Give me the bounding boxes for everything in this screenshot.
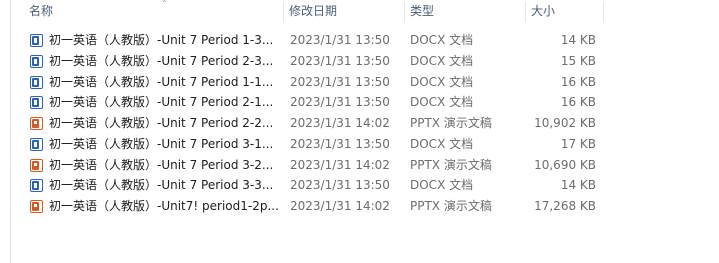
file-type: PPTX 演示文稿 (410, 199, 492, 213)
file-size: 14 KB (560, 178, 596, 193)
column-divider[interactable] (603, 2, 604, 22)
file-size: 14 KB (560, 33, 596, 47)
file-name[interactable]: 初一英语（人教版）-Unit 7 Period 3-3... (49, 175, 281, 196)
file-name[interactable]: 初一英语（人教版）-Unit 7 Period 1-1... (49, 72, 281, 93)
word-doc-icon (30, 34, 43, 47)
column-header-size[interactable]: 大小 (525, 0, 603, 24)
file-row[interactable]: 初一英语（人教版）-Unit 7 Period 2-1... 2023/1/31… (11, 92, 719, 113)
file-row[interactable]: 初一英语（人教版）-Unit 7 Period 3-2... 2023/1/31… (11, 155, 719, 176)
file-type: PPTX 演示文稿 (410, 157, 492, 172)
file-date-modified: 2023/1/31 14:02 (290, 157, 390, 172)
file-list: 初一英语（人教版）-Unit 7 Period 1-3... 2023/1/31… (11, 30, 719, 217)
file-type: DOCX 文档 (410, 53, 474, 68)
file-date-modified: 2023/1/31 14:02 (290, 199, 390, 213)
file-type: DOCX 文档 (410, 136, 474, 151)
column-header-name[interactable]: 名称 (23, 0, 293, 24)
file-row[interactable]: 初一英语（人教版）-Unit7! period1-2p... 2023/1/31… (11, 196, 719, 217)
file-name[interactable]: 初一英语（人教版）-Unit 7 Period 2-2... (49, 113, 281, 134)
file-row[interactable]: 初一英语（人教版）-Unit 7 Period 2-2... 2023/1/31… (11, 113, 719, 134)
file-date-modified: 2023/1/31 13:50 (290, 95, 390, 110)
powerpoint-icon (30, 117, 43, 130)
file-size: 15 KB (560, 53, 596, 68)
file-row[interactable]: 初一英语（人教版）-Unit 7 Period 3-1... 2023/1/31… (11, 134, 719, 155)
file-name[interactable]: 初一英语（人教版）-Unit 7 Period 3-1... (49, 134, 281, 155)
file-row[interactable]: 初一英语（人教版）-Unit 7 Period 3-3... 2023/1/31… (11, 175, 719, 196)
file-type: DOCX 文档 (410, 178, 474, 193)
file-date-modified: 2023/1/31 14:02 (290, 116, 390, 130)
file-date-modified: 2023/1/31 13:50 (290, 136, 390, 151)
word-doc-icon (30, 54, 43, 68)
file-type: DOCX 文档 (410, 74, 474, 89)
file-date-modified: 2023/1/31 13:50 (290, 178, 390, 193)
word-doc-icon (30, 137, 43, 151)
word-doc-icon (30, 179, 43, 193)
file-row[interactable]: 初一英语（人教版）-Unit 7 Period 2-3... 2023/1/31… (11, 51, 719, 72)
column-header-bar: ⌃ 名称 修改日期 类型 大小 (11, 0, 719, 24)
file-name[interactable]: 初一英语（人教版）-Unit 7 Period 1-3... (49, 30, 281, 51)
word-doc-icon (30, 96, 43, 110)
column-header-date-modified[interactable]: 修改日期 (283, 0, 401, 24)
file-date-modified: 2023/1/31 13:50 (290, 74, 390, 89)
file-name[interactable]: 初一英语（人教版）-Unit 7 Period 2-3... (49, 51, 281, 72)
file-size: 10,690 KB (534, 157, 596, 172)
powerpoint-icon (30, 200, 43, 213)
file-date-modified: 2023/1/31 13:50 (290, 33, 390, 47)
file-size: 17 KB (560, 136, 596, 151)
file-name[interactable]: 初一英语（人教版）-Unit7! period1-2p... (49, 196, 281, 217)
file-type: DOCX 文档 (410, 95, 474, 110)
file-row[interactable]: 初一英语（人教版）-Unit 7 Period 1-1... 2023/1/31… (11, 72, 719, 93)
file-size: 16 KB (560, 74, 596, 89)
file-name[interactable]: 初一英语（人教版）-Unit 7 Period 2-1... (49, 92, 281, 113)
file-type: PPTX 演示文稿 (410, 116, 492, 130)
file-type: DOCX 文档 (410, 33, 474, 47)
file-size: 10,902 KB (534, 116, 596, 130)
file-date-modified: 2023/1/31 13:50 (290, 53, 390, 68)
file-name[interactable]: 初一英语（人教版）-Unit 7 Period 3-2... (49, 155, 281, 176)
file-size: 16 KB (560, 95, 596, 110)
word-doc-icon (30, 75, 43, 89)
powerpoint-icon (30, 158, 43, 172)
file-size: 17,268 KB (534, 199, 596, 213)
file-row[interactable]: 初一英语（人教版）-Unit 7 Period 1-3... 2023/1/31… (11, 30, 719, 51)
navigation-pane-edge (0, 0, 11, 263)
column-header-type[interactable]: 类型 (404, 0, 522, 24)
